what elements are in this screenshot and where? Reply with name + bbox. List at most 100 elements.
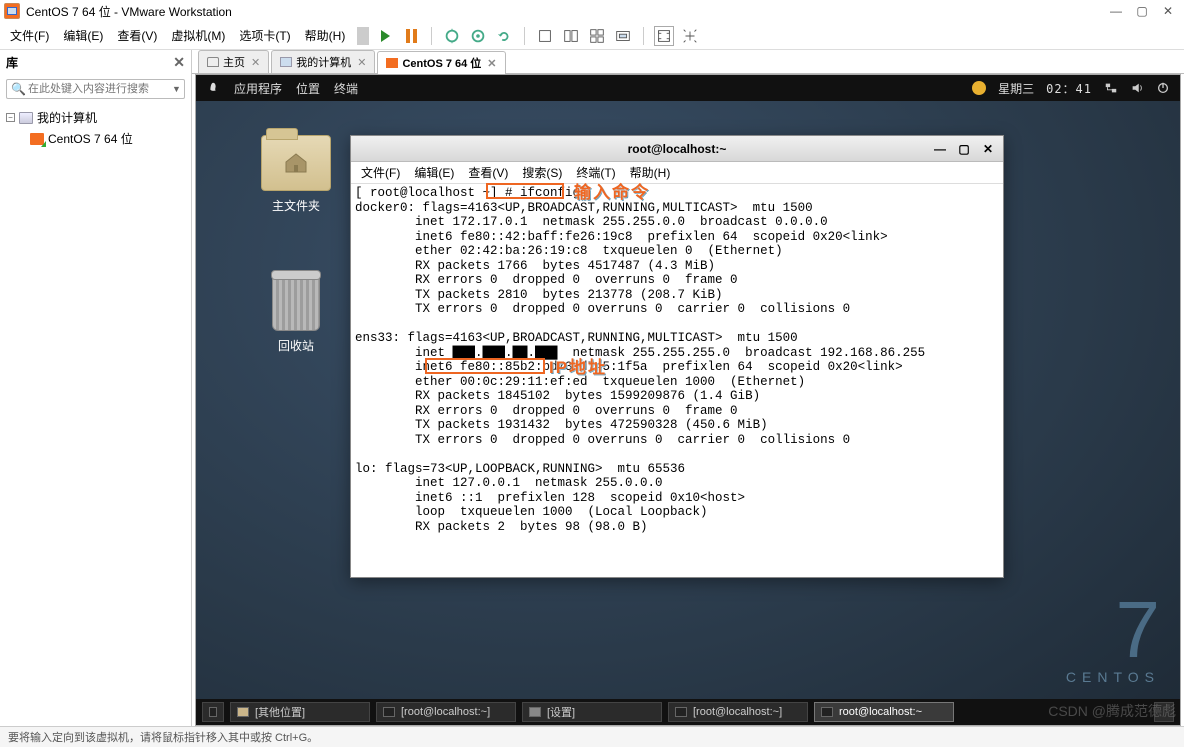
fullscreen-button[interactable] bbox=[654, 26, 674, 46]
taskbar-item-settings[interactable]: [设置] bbox=[522, 702, 662, 722]
menu-file[interactable]: 文件(F) bbox=[4, 23, 55, 48]
taskbar-item-terminal-3[interactable]: root@localhost:~ bbox=[814, 702, 954, 722]
separator bbox=[357, 27, 369, 45]
minimize-button[interactable]: — bbox=[1104, 2, 1128, 20]
sidebar-title: 库 bbox=[6, 54, 18, 71]
tab-close-icon[interactable]: ✕ bbox=[357, 56, 366, 69]
trash-icon bbox=[272, 275, 320, 331]
maximize-button[interactable]: ▢ bbox=[1130, 2, 1154, 20]
menu-tabs[interactable]: 选项卡(T) bbox=[233, 23, 296, 48]
sidebar-search[interactable]: 🔍 ▼ bbox=[6, 79, 185, 99]
tree-vm-label: CentOS 7 64 位 bbox=[48, 130, 133, 147]
snapshot-button[interactable] bbox=[442, 26, 462, 46]
vmware-status-bar: 要将输入定向到该虚拟机，请将鼠标指针移入其中或按 Ctrl+G。 bbox=[0, 726, 1184, 747]
search-icon: 🔍 bbox=[11, 82, 26, 96]
gnome-applications[interactable]: 应用程序 bbox=[234, 80, 282, 97]
computer-icon bbox=[280, 57, 292, 67]
gnome-places[interactable]: 位置 bbox=[296, 80, 320, 97]
vm-icon bbox=[30, 133, 44, 145]
desktop-home-label: 主文件夹 bbox=[272, 199, 320, 213]
annotation-label-command: 输入命令 bbox=[574, 178, 650, 203]
term-menu-edit[interactable]: 编辑(E) bbox=[408, 162, 460, 183]
home-icon bbox=[207, 57, 219, 67]
tab-close-icon[interactable]: ✕ bbox=[251, 56, 260, 69]
terminal-maximize-button[interactable]: ▢ bbox=[953, 140, 975, 158]
vm-viewport[interactable]: 应用程序 位置 终端 星期三 02：41 主文件夹 回收站 bbox=[195, 74, 1181, 726]
tree-root[interactable]: − 我的计算机 bbox=[0, 107, 191, 128]
revert-button[interactable] bbox=[494, 26, 514, 46]
library-sidebar: 库 ✕ 🔍 ▼ − 我的计算机 CentOS 7 64 位 bbox=[0, 50, 192, 726]
terminal-icon bbox=[675, 707, 687, 717]
tree-root-label: 我的计算机 bbox=[37, 109, 97, 126]
tab-home[interactable]: 主页✕ bbox=[198, 50, 269, 73]
stretch-button[interactable] bbox=[680, 26, 700, 46]
tab-close-icon[interactable]: ✕ bbox=[487, 57, 496, 70]
menu-view[interactable]: 查看(V) bbox=[111, 23, 163, 48]
terminal-close-button[interactable]: ✕ bbox=[977, 140, 999, 158]
search-input[interactable] bbox=[26, 81, 172, 97]
menu-edit[interactable]: 编辑(E) bbox=[57, 23, 109, 48]
vmware-title-bar: CentOS 7 64 位 - VMware Workstation — ▢ ✕ bbox=[0, 0, 1184, 22]
face-icon[interactable] bbox=[972, 81, 986, 95]
collapse-icon[interactable]: − bbox=[6, 113, 15, 122]
terminal-title: root@localhost:~ bbox=[628, 142, 727, 156]
desktop-icon bbox=[209, 707, 217, 717]
computer-icon bbox=[19, 112, 33, 124]
view-multi-button[interactable] bbox=[561, 26, 581, 46]
centos-watermark: 7 CENTOS bbox=[1066, 584, 1160, 685]
separator bbox=[524, 27, 525, 45]
menu-vm[interactable]: 虚拟机(M) bbox=[165, 23, 231, 48]
network-icon[interactable] bbox=[1104, 81, 1118, 95]
desktop-trash[interactable]: 回收站 bbox=[252, 275, 340, 354]
vmware-menu-bar: 文件(F) 编辑(E) 查看(V) 虚拟机(M) 选项卡(T) 帮助(H) bbox=[0, 22, 1184, 50]
terminal-body[interactable]: [ root@localhost ~] # ifconfig docker0: … bbox=[351, 184, 1003, 577]
settings-icon bbox=[529, 707, 541, 717]
annotation-label-ip: IP地址 bbox=[549, 353, 607, 378]
terminal-minimize-button[interactable]: — bbox=[929, 140, 951, 158]
tree-vm-item[interactable]: CentOS 7 64 位 bbox=[0, 128, 191, 149]
gnome-taskbar: [其他位置] [root@localhost:~] [设置] [root@loc… bbox=[196, 699, 1180, 725]
window-title: CentOS 7 64 位 - VMware Workstation bbox=[26, 3, 232, 20]
view-single-button[interactable] bbox=[535, 26, 555, 46]
desktop-trash-label: 回收站 bbox=[278, 339, 314, 353]
close-button[interactable]: ✕ bbox=[1156, 2, 1180, 20]
pause-button[interactable] bbox=[401, 26, 421, 46]
taskbar-item-terminal-1[interactable]: [root@localhost:~] bbox=[376, 702, 516, 722]
gnome-top-panel: 应用程序 位置 终端 星期三 02：41 bbox=[196, 75, 1180, 101]
taskbar-item-terminal-2[interactable]: [root@localhost:~] bbox=[668, 702, 808, 722]
tab-vm[interactable]: CentOS 7 64 位✕ bbox=[377, 51, 505, 74]
files-icon bbox=[237, 707, 249, 717]
gnome-clock[interactable]: 02：41 bbox=[1046, 80, 1092, 97]
terminal-window[interactable]: root@localhost:~ — ▢ ✕ 文件(F) 编辑(E) 查看(V)… bbox=[350, 135, 1004, 578]
power-icon[interactable] bbox=[1156, 81, 1170, 95]
desktop-home-folder[interactable]: 主文件夹 bbox=[246, 135, 346, 214]
show-desktop-button[interactable] bbox=[202, 702, 224, 722]
tab-mypc[interactable]: 我的计算机✕ bbox=[271, 50, 375, 73]
view-thumb-button[interactable] bbox=[587, 26, 607, 46]
separator bbox=[643, 27, 644, 45]
term-menu-view[interactable]: 查看(V) bbox=[462, 162, 514, 183]
taskbar-item-other[interactable]: [其他位置] bbox=[230, 702, 370, 722]
snapshot-mgr-button[interactable] bbox=[468, 26, 488, 46]
terminal-menu: 文件(F) 编辑(E) 查看(V) 搜索(S) 终端(T) 帮助(H) bbox=[351, 162, 1003, 184]
search-dropdown-icon[interactable]: ▼ bbox=[172, 84, 181, 94]
status-message: 要将输入定向到该虚拟机，请将鼠标指针移入其中或按 Ctrl+G。 bbox=[8, 729, 318, 745]
gnome-foot-icon[interactable] bbox=[206, 81, 220, 95]
house-icon bbox=[283, 152, 309, 174]
term-menu-file[interactable]: 文件(F) bbox=[355, 162, 406, 183]
terminal-title-bar[interactable]: root@localhost:~ — ▢ ✕ bbox=[351, 136, 1003, 162]
annotation-box-ip bbox=[425, 358, 545, 374]
play-button[interactable] bbox=[375, 26, 395, 46]
csdn-watermark: CSDN @腾成范德彪 bbox=[1048, 701, 1176, 721]
annotation-box-command bbox=[486, 183, 564, 199]
unity-button[interactable] bbox=[613, 26, 633, 46]
tab-bar: 主页✕ 我的计算机✕ CentOS 7 64 位✕ bbox=[192, 50, 1184, 74]
term-menu-search[interactable]: 搜索(S) bbox=[516, 162, 568, 183]
vmware-logo-icon bbox=[4, 3, 20, 19]
terminal-icon bbox=[821, 707, 833, 717]
sidebar-close-button[interactable]: ✕ bbox=[173, 54, 185, 71]
volume-icon[interactable] bbox=[1130, 81, 1144, 95]
menu-help[interactable]: 帮助(H) bbox=[299, 23, 352, 48]
gnome-day[interactable]: 星期三 bbox=[998, 80, 1034, 97]
gnome-terminal[interactable]: 终端 bbox=[334, 80, 358, 97]
